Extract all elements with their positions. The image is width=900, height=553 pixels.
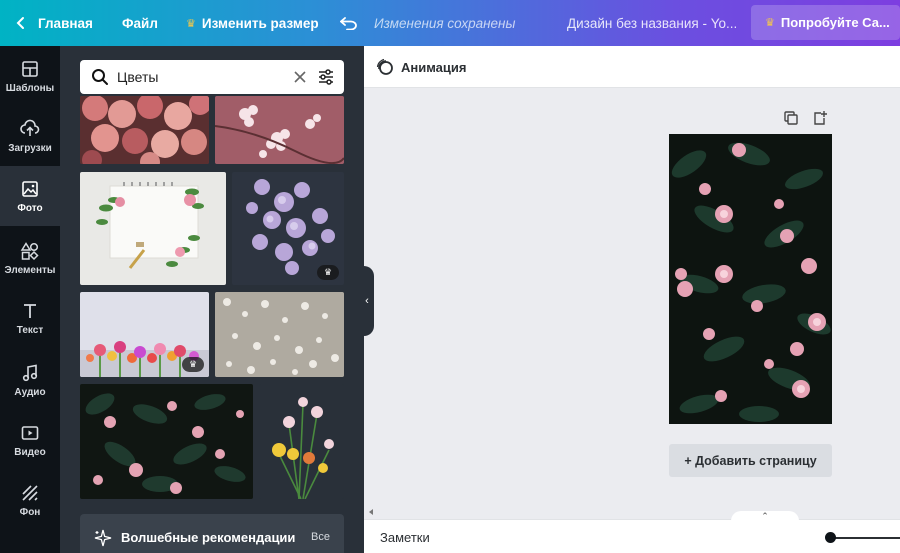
cherry-blossom-image [215, 96, 344, 164]
video-icon [21, 425, 39, 440]
rail-label: Элементы [4, 264, 56, 276]
filter-icon[interactable] [317, 68, 335, 86]
gypsophila-image [215, 292, 344, 377]
text-icon [24, 303, 36, 318]
chevron-left-icon [16, 17, 24, 29]
resize-button[interactable]: ♛ Изменить размер [186, 0, 319, 46]
photo-thumbnail[interactable] [80, 172, 226, 285]
photo-icon [22, 180, 38, 197]
undo-icon [340, 17, 357, 30]
photo-thumbnail[interactable]: ♛ [232, 172, 344, 285]
photos-panel: ♛ ♛ [60, 46, 364, 553]
left-rail: Шаблоны Загрузки Фото Элементы Текст Ауд… [0, 46, 60, 553]
photo-thumbnail[interactable] [215, 96, 344, 164]
search-input[interactable] [117, 67, 277, 87]
rail-label: Аудио [14, 386, 46, 398]
photo-thumbnail[interactable]: ♛ [80, 292, 209, 377]
rail-label: Фото [17, 202, 43, 214]
crown-icon: ♛ [323, 267, 333, 277]
rail-label: Текст [16, 324, 44, 336]
file-label: Файл [122, 15, 158, 31]
lily-bouquet-image [259, 384, 344, 499]
animation-button[interactable]: Анимация [376, 58, 466, 76]
flowers-pink-image [80, 96, 209, 164]
design-canvas[interactable] [669, 134, 832, 424]
close-icon[interactable] [291, 68, 309, 86]
rail-item-uploads[interactable]: Загрузки [0, 106, 60, 166]
try-pro-label: Попробуйте Са... [780, 15, 890, 30]
magic-label: Волшебные рекомендации [121, 530, 296, 545]
try-pro-button[interactable]: ♛ Попробуйте Са... [751, 5, 900, 40]
add-page-icon[interactable] [812, 110, 828, 126]
elements-icon [20, 241, 39, 260]
undo-button[interactable] [340, 0, 358, 46]
search-icon [92, 69, 108, 85]
resize-label: Изменить размер [201, 15, 319, 31]
zoom-slider-handle[interactable] [825, 532, 836, 543]
sparkle-icon [94, 529, 112, 547]
scroll-left-icon [369, 509, 373, 515]
dark-roses-image [80, 384, 253, 499]
crown-icon: ♛ [765, 17, 775, 29]
rail-item-text[interactable]: Текст [0, 288, 60, 348]
rail-label: Фон [19, 506, 41, 518]
chevron-up-icon: ⌃ [761, 511, 769, 521]
dark-roses-design-image [669, 134, 832, 424]
file-menu-button[interactable]: Файл [122, 0, 158, 46]
horizontal-scrollbar[interactable] [364, 505, 900, 519]
pro-badge: ♛ [317, 265, 339, 280]
home-button[interactable]: Главная [14, 0, 93, 46]
crown-icon: ♛ [186, 17, 196, 30]
rail-item-templates[interactable]: Шаблоны [0, 46, 60, 106]
home-label: Главная [38, 15, 93, 31]
crown-icon: ♛ [188, 359, 198, 369]
design-title[interactable]: Дизайн без названия - Yo... [567, 0, 737, 46]
expand-notes-button[interactable]: ⌃ [731, 511, 799, 523]
notes-button[interactable]: Заметки [380, 530, 430, 545]
rail-item-audio[interactable]: Аудио [0, 350, 60, 410]
duplicate-page-icon[interactable] [783, 110, 799, 126]
chevron-left-icon: ‹ [365, 295, 369, 307]
notes-bar: ⌃ Заметки [364, 511, 900, 553]
editor-toolbar: Анимация [364, 46, 900, 88]
audio-icon [22, 364, 38, 381]
rail-label: Загрузки [8, 142, 52, 154]
rail-item-elements[interactable]: Элементы [0, 228, 60, 288]
photo-thumbnail[interactable] [80, 96, 209, 164]
search-bar [80, 60, 344, 94]
rail-item-background[interactable]: Фон [0, 470, 60, 530]
magic-recommendations[interactable]: Волшебные рекомендации Все [80, 514, 344, 553]
rail-label: Видео [14, 446, 46, 458]
animation-label: Анимация [401, 59, 467, 75]
top-bar: Главная Файл ♛ Изменить размер Изменения… [0, 0, 900, 46]
background-icon [22, 484, 38, 501]
photo-thumbnail[interactable] [259, 384, 344, 499]
add-page-button[interactable]: + Добавить страницу [669, 444, 832, 477]
pro-badge: ♛ [182, 357, 204, 372]
rail-item-video[interactable]: Видео [0, 410, 60, 470]
notebook-flowers-image [80, 172, 226, 285]
rail-item-photos[interactable]: Фото [0, 166, 60, 226]
templates-icon [22, 60, 38, 77]
photo-thumbnail[interactable] [80, 384, 253, 499]
rail-label: Шаблоны [5, 82, 55, 94]
upload-icon [20, 119, 40, 136]
zoom-slider-track[interactable] [832, 537, 900, 539]
collapse-panel-button[interactable]: ‹ [360, 266, 374, 336]
see-all-link[interactable]: Все [311, 531, 330, 543]
save-status: Изменения сохранены [374, 15, 516, 31]
animation-icon [376, 58, 393, 75]
photo-thumbnail[interactable] [215, 292, 344, 377]
